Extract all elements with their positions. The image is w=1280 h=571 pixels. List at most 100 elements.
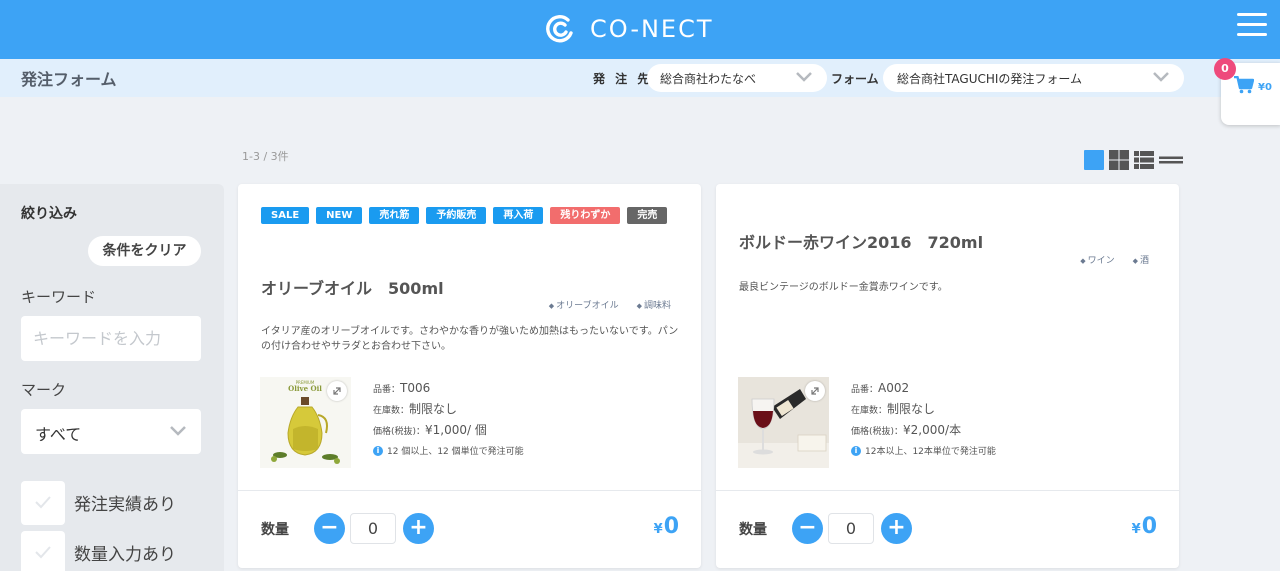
- currency-symbol: ¥: [1131, 522, 1141, 537]
- order-lot-info: i 12本以上、12本単位で発注可能: [851, 444, 1161, 457]
- decrement-button[interactable]: −: [792, 513, 823, 544]
- view-switcher: [1084, 150, 1188, 170]
- tag-new: NEW: [316, 207, 363, 224]
- product-categories: オリーブオイル 調味料: [531, 298, 671, 311]
- checkbox-box[interactable]: [21, 480, 65, 525]
- quantity-bar: 数量 − + ¥0: [716, 490, 1179, 568]
- product-description: イタリア産のオリーブオイルです。さわやかな香りが強いため加熱はもったいないです。…: [261, 326, 679, 352]
- currency-symbol: ¥: [653, 522, 663, 537]
- view-compact-icon[interactable]: [1159, 150, 1183, 170]
- category-tag[interactable]: 調味料: [637, 298, 671, 311]
- product-meta: 品番：A002 在庫数：制限なし 価格(税抜)：¥2,000/本 i 12本以上、…: [851, 381, 1161, 457]
- tag-low-stock: 残りわずか: [550, 207, 621, 224]
- price-label: 価格(税抜)：: [373, 427, 426, 437]
- top-bar: CO-NECT: [0, 0, 1280, 59]
- tag-best-seller: 売れ筋: [369, 207, 420, 224]
- info-icon: i: [373, 445, 383, 456]
- stock-row: 在庫数：制限なし: [851, 402, 1161, 423]
- increment-button[interactable]: +: [881, 513, 912, 544]
- tag-sold-out: 完売: [627, 207, 668, 224]
- product-code: A002: [878, 381, 910, 395]
- product-code: T006: [400, 381, 431, 395]
- product-meta: 品番：T006 在庫数：制限なし 価格(税抜)：¥1,000/ 個 i 12 個以…: [373, 381, 683, 457]
- product-code-label: 品番：: [373, 385, 401, 395]
- order-lot-text: 12 個以上、12 個単位で発注可能: [387, 447, 524, 457]
- quantity-input[interactable]: [828, 513, 874, 544]
- category-tag[interactable]: 酒: [1133, 253, 1149, 266]
- quantity-bar: 数量 − + ¥0: [238, 490, 701, 568]
- product-name: オリーブオイル 500ml: [261, 279, 444, 298]
- line-total: ¥0: [654, 514, 679, 539]
- tag-restock: 再入荷: [493, 207, 544, 224]
- form-header: 発注フォーム 発 注 先 総合商社わたなべ フォーム 総合商社TAGUCHIの発…: [0, 59, 1280, 97]
- quantity-label: 数量: [261, 522, 289, 538]
- unit-price: ¥1,000/ 個: [425, 423, 487, 437]
- product-code-row: 品番：T006: [373, 381, 683, 402]
- expand-icon[interactable]: [805, 381, 825, 401]
- quantity-entered-checkbox[interactable]: 数量入力あり: [21, 530, 201, 571]
- form-value: 総合商社TAGUCHIの発注フォーム: [897, 72, 1083, 86]
- order-lot-text: 12本以上、12本単位で発注可能: [865, 447, 996, 457]
- category-tag[interactable]: ワイン: [1080, 253, 1115, 266]
- increment-button[interactable]: +: [403, 513, 434, 544]
- expand-icon[interactable]: [327, 381, 347, 401]
- line-total-value: 0: [1141, 514, 1157, 539]
- keyword-label: キーワード: [21, 288, 97, 306]
- filter-sidebar: 絞り込み 条件をクリア キーワード マーク すべて 発注実績あり 数量入力あり: [0, 184, 224, 571]
- order-history-checkbox[interactable]: 発注実績あり: [21, 480, 201, 525]
- destination-label: 発 注 先: [593, 72, 653, 86]
- hamburger-icon[interactable]: [1237, 13, 1267, 37]
- price-label: 価格(税抜)：: [851, 427, 904, 437]
- chevron-down-icon: [796, 72, 812, 82]
- cart-total: ¥0: [1258, 82, 1272, 93]
- stock-value: 制限なし: [887, 402, 936, 416]
- mark-label: マーク: [21, 381, 67, 399]
- cart-icon: [1234, 76, 1254, 94]
- form-label: フォーム: [831, 72, 879, 86]
- product-code-label: 品番：: [851, 385, 879, 395]
- check-icon: [35, 545, 51, 558]
- decrement-button[interactable]: −: [314, 513, 345, 544]
- line-total: ¥0: [1132, 514, 1157, 539]
- product-description: 最良ビンテージのボルドー金賞赤ワインです。: [739, 282, 948, 293]
- checkbox-box[interactable]: [21, 530, 65, 571]
- price-row: 価格(税抜)：¥2,000/本: [851, 423, 1161, 444]
- category-tag[interactable]: オリーブオイル: [549, 298, 618, 311]
- info-icon: i: [851, 445, 861, 456]
- product-image[interactable]: [738, 377, 829, 468]
- quantity-input[interactable]: [350, 513, 396, 544]
- product-card-body[interactable]: ボルドー赤ワイン2016 720ml ワイン 酒 最良ビンテージのボルドー金賞赤…: [716, 184, 1179, 490]
- clear-filters-button[interactable]: 条件をクリア: [88, 236, 201, 266]
- product-image[interactable]: PREMIUM Olive Oil: [260, 377, 351, 468]
- product-card: SALE NEW 売れ筋 予約販売 再入荷 残りわずか 完売 オリーブオイル 5…: [238, 184, 701, 568]
- view-large-icon[interactable]: [1084, 150, 1104, 170]
- checkbox-label: 数量入力あり: [74, 545, 176, 565]
- brand-logo-icon: [546, 15, 573, 43]
- product-card-body[interactable]: SALE NEW 売れ筋 予約販売 再入荷 残りわずか 完売 オリーブオイル 5…: [238, 184, 701, 490]
- product-code-row: 品番：A002: [851, 381, 1161, 402]
- chevron-down-icon: [170, 426, 186, 436]
- view-list-icon[interactable]: [1134, 150, 1154, 170]
- mark-select[interactable]: すべて: [21, 409, 201, 454]
- stock-label: 在庫数：: [373, 406, 410, 416]
- destination-value: 総合商社わたなべ: [660, 72, 757, 86]
- keyword-input[interactable]: [21, 316, 201, 361]
- form-select[interactable]: 総合商社TAGUCHIの発注フォーム: [883, 64, 1184, 92]
- unit-price: ¥2,000/本: [903, 423, 962, 437]
- mark-value: すべて: [35, 425, 82, 444]
- price-row: 価格(税抜)：¥1,000/ 個: [373, 423, 683, 444]
- stock-row: 在庫数：制限なし: [373, 402, 683, 423]
- product-card: ボルドー赤ワイン2016 720ml ワイン 酒 最良ビンテージのボルドー金賞赤…: [716, 184, 1179, 568]
- destination-select[interactable]: 総合商社わたなべ: [647, 64, 827, 92]
- stock-label: 在庫数：: [851, 406, 888, 416]
- product-name: ボルドー赤ワイン2016 720ml: [739, 233, 984, 252]
- result-count: 1-3 / 3件: [242, 150, 289, 163]
- tag-sale: SALE: [261, 207, 310, 224]
- cart-widget[interactable]: 0 ¥0: [1214, 58, 1280, 125]
- quantity-label: 数量: [739, 522, 767, 538]
- tag-preorder: 予約販売: [426, 207, 487, 224]
- product-categories: ワイン 酒: [1062, 253, 1149, 266]
- image-caption-big: Olive Oil: [288, 384, 322, 393]
- brand-logo[interactable]: CO-NECT: [544, 12, 714, 46]
- view-grid-icon[interactable]: [1109, 150, 1129, 170]
